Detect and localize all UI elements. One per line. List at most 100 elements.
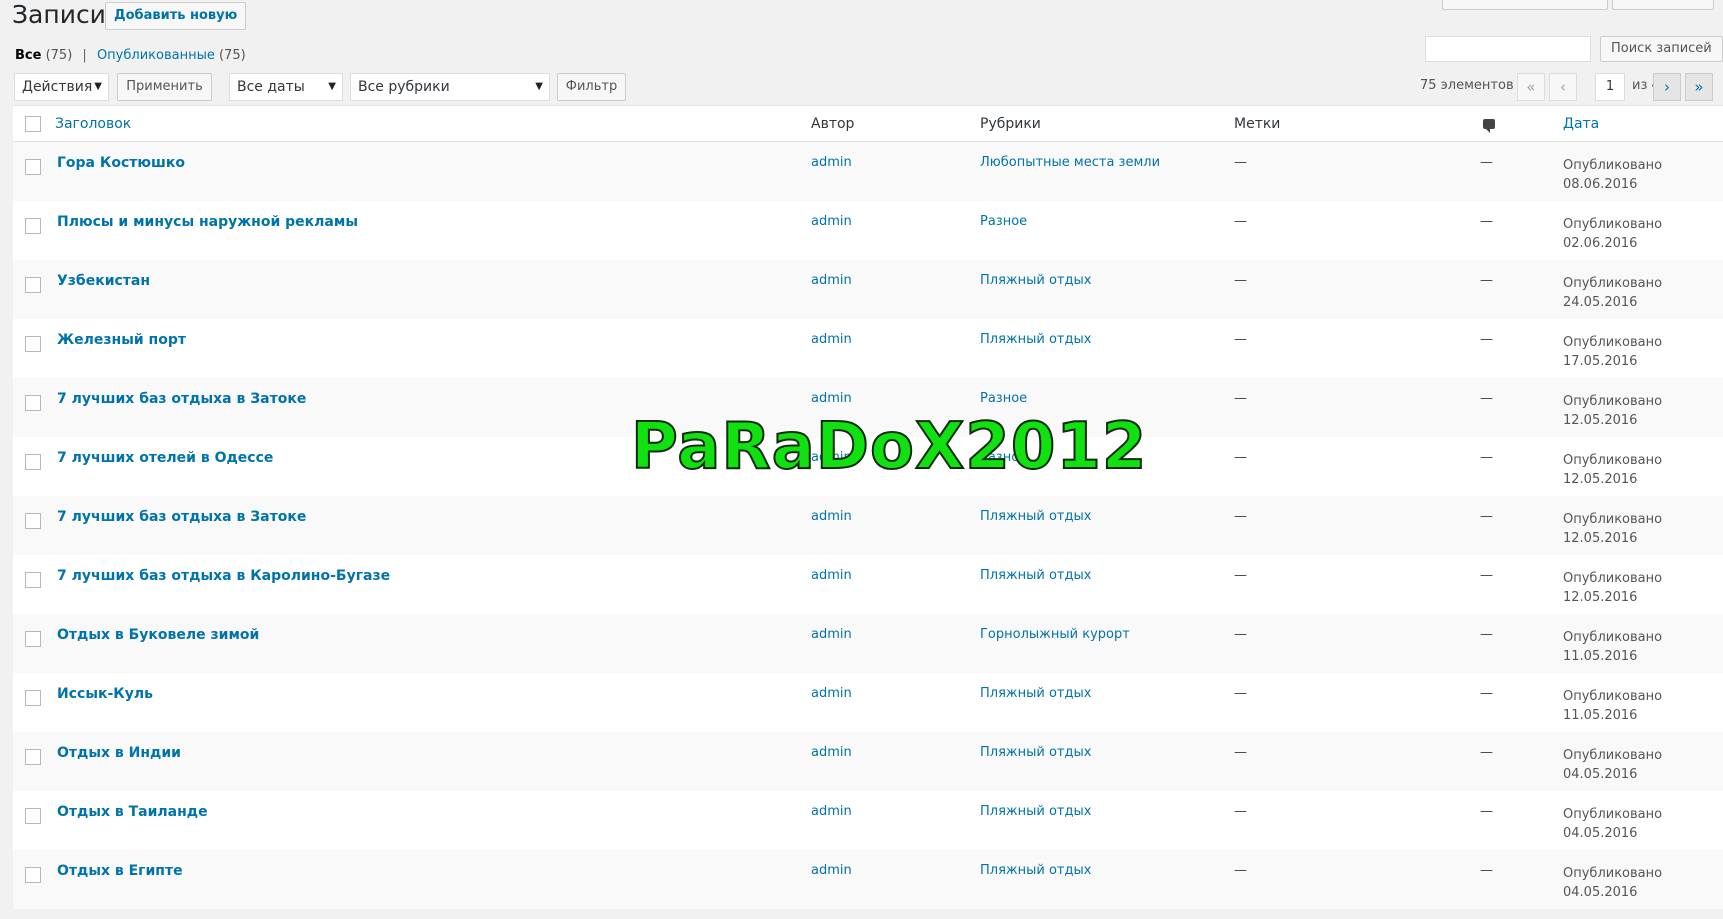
add-new-button[interactable]: Добавить новую xyxy=(105,2,247,30)
category-link[interactable]: Пляжный отдых xyxy=(980,273,1091,288)
select-all-checkbox[interactable] xyxy=(25,115,41,132)
post-title-link[interactable]: 7 лучших баз отдыха в Затоке xyxy=(57,391,306,407)
view-separator: | xyxy=(82,48,87,63)
post-title-link[interactable]: Железный порт xyxy=(57,332,186,348)
post-title-link[interactable]: 7 лучших отелей в Одессе xyxy=(57,450,273,466)
date-cell: Опубликовано 04.05.2016 xyxy=(1563,791,1723,850)
category-link[interactable]: Пляжный отдых xyxy=(980,863,1091,878)
current-page-input[interactable]: 1 xyxy=(1595,73,1625,101)
author-link[interactable]: admin xyxy=(811,627,852,642)
author-link[interactable]: admin xyxy=(811,509,852,524)
help-button[interactable] xyxy=(1612,0,1714,10)
bulk-actions-select[interactable]: Действия ▼ xyxy=(14,73,109,101)
comments-cell: — xyxy=(1478,850,1563,909)
view-published[interactable]: Опубликованные xyxy=(97,48,215,63)
table-row: Отдых в Египте admin Пляжный отдых — — Опубли… xyxy=(13,850,1723,909)
post-title-link[interactable]: 7 лучших баз отдыха в Каролино-Бугазе xyxy=(57,568,390,584)
category-cell: Пляжный отдых xyxy=(980,791,1234,850)
post-title-link[interactable]: Иссык-Куль xyxy=(57,686,153,702)
next-page-button[interactable]: › xyxy=(1653,73,1681,101)
author-cell: admin xyxy=(811,260,980,319)
last-page-button[interactable]: » xyxy=(1685,73,1713,101)
prev-page-button[interactable]: ‹ xyxy=(1549,73,1577,101)
date-value: Опубликовано 04.05.2016 xyxy=(1563,746,1662,784)
row-checkbox[interactable] xyxy=(25,277,41,293)
column-tags: Метки xyxy=(1234,105,1478,142)
row-checkbox[interactable] xyxy=(25,867,41,883)
category-filter-select[interactable]: Все рубрики ▼ xyxy=(350,73,550,101)
view-all[interactable]: Все xyxy=(15,48,41,63)
author-link[interactable]: admin xyxy=(811,332,852,347)
post-title-link[interactable]: Отдых в Индии xyxy=(57,745,181,761)
tags-value: — xyxy=(1234,155,1247,170)
post-date: 17.05.2016 xyxy=(1563,354,1638,369)
author-link[interactable]: admin xyxy=(811,568,852,583)
category-link[interactable]: Разное xyxy=(980,214,1027,229)
post-title-link[interactable]: Отдых в Буковеле зимой xyxy=(57,627,259,643)
row-checkbox[interactable] xyxy=(25,572,41,588)
row-checkbox[interactable] xyxy=(25,454,41,470)
row-checkbox[interactable] xyxy=(25,218,41,234)
apply-button[interactable]: Применить xyxy=(117,73,212,101)
screen-options-button[interactable] xyxy=(1442,0,1608,10)
filter-button[interactable]: Фильтр xyxy=(557,73,626,101)
category-link[interactable]: Пляжный отдых xyxy=(980,509,1091,524)
row-checkbox[interactable] xyxy=(25,513,41,529)
column-date[interactable]: Дата xyxy=(1563,105,1723,142)
column-title-link[interactable]: Заголовок xyxy=(55,116,131,132)
search-button[interactable]: Поиск записей xyxy=(1600,36,1723,62)
first-page-button[interactable]: « xyxy=(1517,73,1545,101)
category-link[interactable]: Любопытные места земли xyxy=(980,155,1160,170)
author-cell: admin xyxy=(811,614,980,673)
row-checkbox-cell xyxy=(13,791,55,850)
category-link[interactable]: Пляжный отдых xyxy=(980,332,1091,347)
category-link[interactable]: Разное xyxy=(980,391,1027,406)
category-cell: Любопытные места земли xyxy=(980,141,1234,201)
author-link[interactable]: admin xyxy=(811,745,852,760)
comments-value: — xyxy=(1480,450,1493,465)
post-date: 11.05.2016 xyxy=(1563,649,1638,664)
date-value: Опубликовано 24.05.2016 xyxy=(1563,274,1662,312)
comments-cell: — xyxy=(1478,555,1563,614)
date-filter-select[interactable]: Все даты ▼ xyxy=(229,73,343,101)
author-link[interactable]: admin xyxy=(811,391,852,406)
author-link[interactable]: admin xyxy=(811,804,852,819)
date-value: Опубликовано 12.05.2016 xyxy=(1563,569,1662,607)
author-link[interactable]: admin xyxy=(811,686,852,701)
tags-cell: — xyxy=(1234,673,1478,732)
row-checkbox[interactable] xyxy=(25,631,41,647)
row-checkbox-cell xyxy=(13,850,55,909)
post-title-link[interactable]: Плюсы и минусы наружной рекламы xyxy=(57,214,358,230)
author-link[interactable]: admin xyxy=(811,863,852,878)
post-title-link[interactable]: Гора Костюшко xyxy=(57,155,185,171)
column-date-link[interactable]: Дата xyxy=(1563,116,1599,132)
row-checkbox[interactable] xyxy=(25,159,41,175)
date-value: Опубликовано 11.05.2016 xyxy=(1563,628,1662,666)
post-title-link[interactable]: Отдых в Таиланде xyxy=(57,804,208,820)
row-checkbox[interactable] xyxy=(25,395,41,411)
post-date: 08.06.2016 xyxy=(1563,177,1638,192)
search-input[interactable] xyxy=(1425,36,1591,62)
row-checkbox[interactable] xyxy=(25,808,41,824)
row-checkbox[interactable] xyxy=(25,690,41,706)
category-link[interactable]: Пляжный отдых xyxy=(980,686,1091,701)
author-cell: admin xyxy=(811,791,980,850)
tags-cell: — xyxy=(1234,850,1478,909)
post-title-link[interactable]: Узбекистан xyxy=(57,273,150,289)
post-title-link[interactable]: Отдых в Египте xyxy=(57,863,183,879)
column-title[interactable]: Заголовок xyxy=(55,105,811,142)
tags-value: — xyxy=(1234,863,1247,878)
row-checkbox[interactable] xyxy=(25,336,41,352)
column-comments[interactable] xyxy=(1478,105,1563,142)
post-title-link[interactable]: 7 лучших баз отдыха в Затоке xyxy=(57,509,306,525)
category-link[interactable]: Горнолыжный курорт xyxy=(980,627,1130,642)
category-link[interactable]: Пляжный отдых xyxy=(980,568,1091,583)
category-link[interactable]: Пляжный отдых xyxy=(980,745,1091,760)
comments-cell: — xyxy=(1478,791,1563,850)
author-link[interactable]: admin xyxy=(811,155,852,170)
row-checkbox[interactable] xyxy=(25,749,41,765)
author-link[interactable]: admin xyxy=(811,273,852,288)
author-link[interactable]: admin xyxy=(811,214,852,229)
category-link[interactable]: Пляжный отдых xyxy=(980,804,1091,819)
post-status-views: Все (75) | Опубликованные (75) xyxy=(15,48,246,63)
